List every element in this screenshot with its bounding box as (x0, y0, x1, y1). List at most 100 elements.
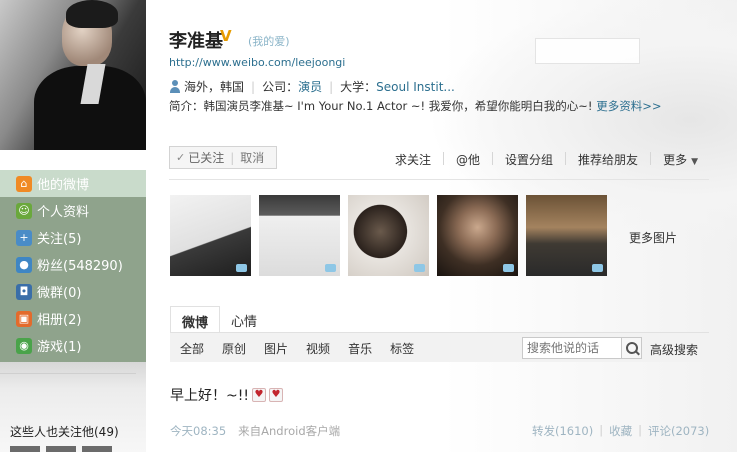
follow-status: ✓ 已关注 | 取消 (169, 146, 277, 169)
post-text: 早上好！~!! (170, 388, 249, 404)
profile-location: 海外，韩国 (184, 80, 245, 94)
filter-images[interactable]: 图片 (264, 340, 288, 357)
tab-weibo[interactable]: 微博 (170, 306, 221, 332)
comment-icon (414, 264, 425, 272)
follow-icon: + (16, 229, 32, 246)
mention-button[interactable]: @他 (456, 151, 480, 168)
filter-original[interactable]: 原创 (222, 340, 246, 357)
photo-strip (170, 195, 607, 276)
search-input[interactable] (522, 337, 622, 359)
more-menu-button[interactable]: 更多 ▼ (663, 151, 698, 168)
verified-icon: V (220, 27, 232, 45)
separator: | (251, 79, 256, 94)
also-following-avatars (10, 446, 112, 452)
divider (169, 179, 709, 180)
divider (443, 152, 445, 165)
sidebar-item-fans[interactable]: ● 粉丝(548290) (0, 251, 146, 278)
repost-button[interactable]: 转发(1610) (532, 423, 593, 439)
school-label: 大学： (340, 80, 377, 94)
sidebar-item-label: 关注(5) (37, 232, 82, 247)
more-label: 更多 (663, 153, 688, 167)
photo-thumbnail[interactable] (437, 195, 518, 276)
avatar[interactable] (0, 0, 146, 150)
favorite-button[interactable]: 收藏 (609, 423, 632, 439)
sidebar-item-follow[interactable]: + 关注(5) (0, 224, 146, 251)
sidebar-item-label: 相册(2) (37, 313, 82, 328)
sidebar-item-label: 粉丝(548290) (37, 259, 123, 274)
profile-info: 海外，韩国 | 公司： 演员 | 大学： Seoul Instit... (169, 78, 455, 95)
recommend-button[interactable]: 推荐给朋友 (578, 151, 638, 168)
heart-emoji-icon: ♥ (268, 388, 283, 402)
game-icon: ◉ (16, 337, 32, 354)
group-icon: ◘ (16, 283, 32, 300)
separator: | (599, 423, 604, 437)
more-photos-link[interactable]: 更多图片 (629, 229, 677, 246)
tab-mood[interactable]: 心情 (220, 306, 268, 332)
photo-thumbnail[interactable] (348, 195, 429, 276)
more-info-link[interactable]: 更多资料>> (596, 99, 661, 113)
filter-music[interactable]: 音乐 (348, 340, 372, 357)
photo-thumbnail[interactable] (170, 195, 251, 276)
background-decoration (535, 38, 640, 64)
school-link[interactable]: Seoul Instit... (376, 80, 455, 94)
comment-button[interactable]: 评论(2073) (648, 423, 709, 439)
sidebar: ⌂ 他的微博 ☺ 个人资料 + 关注(5) ● 粉丝(548290) ◘ 微群(… (0, 0, 146, 452)
divider (650, 152, 652, 165)
home-icon: ⌂ (16, 175, 32, 192)
album-icon: ▣ (16, 310, 32, 327)
follower-avatar[interactable] (10, 446, 40, 452)
separator: | (638, 423, 642, 437)
bio-text: 简介：韩国演员李准基~ I'm Your No.1 Actor ~! 我爱你，希… (169, 99, 593, 113)
heart-emoji-icon: ♥ (251, 388, 266, 402)
filter-tags[interactable]: 标签 (390, 340, 414, 357)
avatar-hair (66, 0, 118, 28)
photo-thumbnail[interactable] (259, 195, 340, 276)
sidebar-item-profile[interactable]: ☺ 个人资料 (0, 197, 146, 224)
feed-tabs: 微博 心情 (170, 306, 268, 332)
sidebar-divider (0, 373, 136, 374)
photo-thumbnail[interactable] (526, 195, 607, 276)
filter-all[interactable]: 全部 (180, 340, 204, 357)
sidebar-item-label: 他的微博 (37, 178, 90, 193)
sidebar-item-label: 个人资料 (37, 205, 90, 220)
feed-filters: 全部 原创 图片 视频 音乐 标签 (180, 340, 414, 357)
also-following-title[interactable]: 这些人也关注他(49) (10, 423, 119, 440)
follower-avatar[interactable] (82, 446, 112, 452)
sidebar-item-game[interactable]: ◉ 游戏(1) (0, 332, 146, 359)
divider (565, 152, 567, 165)
set-group-button[interactable]: 设置分组 (505, 151, 553, 168)
feed-search (522, 337, 642, 359)
person-icon (169, 80, 181, 93)
profile-bio: 简介：韩国演员李准基~ I'm Your No.1 Actor ~! 我爱你，希… (169, 98, 661, 114)
profile-name: 李准基 (169, 31, 223, 52)
fans-icon: ● (16, 256, 32, 273)
post-meta: 今天08:35 来自Android客户端 (170, 423, 340, 439)
sidebar-item-label: 游戏(1) (37, 340, 82, 355)
sidebar-nav: ⌂ 他的微博 ☺ 个人资料 + 关注(5) ● 粉丝(548290) ◘ 微群(… (0, 170, 146, 362)
profile-actions: 求关注 @他 设置分组 推荐给朋友 更多 ▼ (395, 151, 698, 168)
divider (492, 152, 494, 165)
post-content: 早上好！~!! ♥ ♥ (170, 385, 283, 405)
profile-icon: ☺ (16, 202, 32, 219)
post-source[interactable]: 来自Android客户端 (238, 423, 340, 439)
search-icon[interactable] (622, 337, 642, 359)
followed-label: 已关注 (188, 151, 225, 165)
comment-icon (592, 264, 603, 272)
post-actions: 转发(1610) | 收藏 | 评论(2073) (532, 423, 709, 439)
unfollow-button[interactable]: 取消 (240, 149, 264, 166)
sidebar-item-album[interactable]: ▣ 相册(2) (0, 305, 146, 332)
check-icon: ✓ (176, 151, 186, 164)
follower-avatar[interactable] (46, 446, 76, 452)
sidebar-item-weibo[interactable]: ⌂ 他的微博 (0, 170, 146, 197)
sidebar-item-group[interactable]: ◘ 微群(0) (0, 278, 146, 305)
post-time[interactable]: 今天08:35 (170, 423, 226, 439)
ask-follow-button[interactable]: 求关注 (395, 151, 431, 168)
filter-video[interactable]: 视频 (306, 340, 330, 357)
company-link[interactable]: 演员 (298, 78, 322, 95)
profile-remark[interactable]: (我的爱) (248, 33, 290, 49)
separator: | (230, 150, 235, 165)
profile-url[interactable]: http://www.weibo.com/leejoongi (169, 56, 345, 69)
sidebar-item-label: 微群(0) (37, 286, 82, 301)
advanced-search-link[interactable]: 高级搜索 (650, 341, 698, 358)
company-label: 公司： (262, 80, 299, 94)
